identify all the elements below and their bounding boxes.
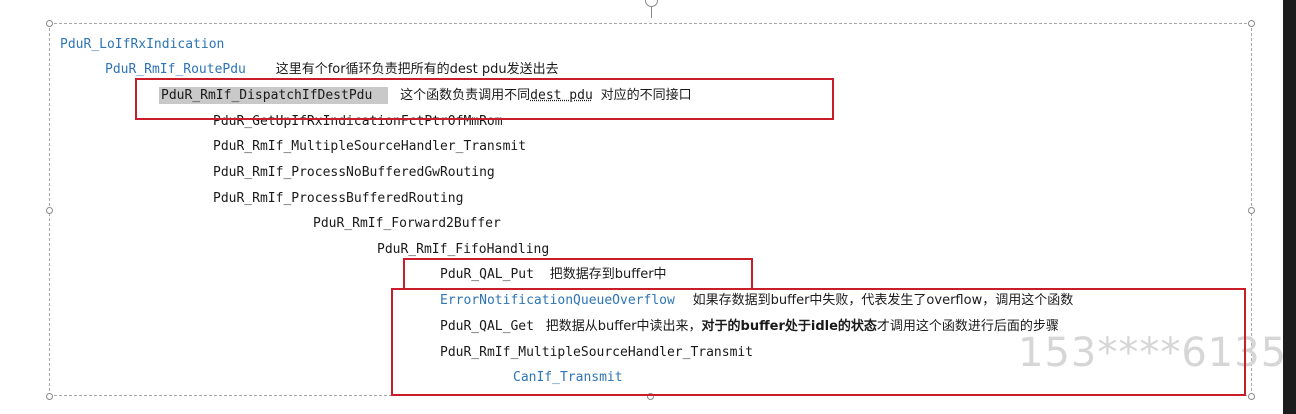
rotation-handle[interactable] [645,0,658,7]
function-name: PduR_RmIf_FifoHandling [377,242,550,257]
highlight-box-dispatch [135,78,834,120]
function-name: PduR_RmIf_ProcessBufferedRouting [213,191,464,206]
function-name: PduR_LoIfRxIndication [60,37,225,52]
resize-handle-top-right[interactable] [1248,20,1255,27]
call-tree-line-5: PduR_RmIf_MultipleSourceHandler_Transmit [213,138,526,156]
highlight-box-qal-put [403,258,753,290]
call-tree-line-1: PduR_LoIfRxIndication [60,36,224,54]
function-name: PduR_RmIf_RoutePdu [105,62,246,77]
resize-handle-bottom-left[interactable] [46,393,53,400]
call-tree-line-7: PduR_RmIf_ProcessBufferedRouting [213,190,463,208]
call-tree-line-9: PduR_RmIf_FifoHandling [377,241,549,259]
call-tree-line-2: PduR_RmIf_RoutePdu 这里有个for循环负责把所有的dest p… [105,61,559,79]
call-tree-line-6: PduR_RmIf_ProcessNoBufferedGwRouting [213,164,495,182]
resize-handle-right[interactable] [1248,207,1255,214]
resize-handle-bottom-right[interactable] [1248,393,1255,400]
function-name: PduR_RmIf_Forward2Buffer [313,216,501,231]
resize-handle-left[interactable] [46,207,53,214]
resize-handle-top-left[interactable] [46,20,53,27]
comment: 这里有个for循环负责把所有的dest pdu发送出去 [275,62,559,77]
highlight-box-error-handling [391,288,1246,396]
function-name: PduR_RmIf_ProcessNoBufferedGwRouting [213,165,495,180]
call-tree-line-8: PduR_RmIf_Forward2Buffer [313,215,501,233]
function-name: PduR_RmIf_MultipleSourceHandler_Transmit [213,139,527,154]
